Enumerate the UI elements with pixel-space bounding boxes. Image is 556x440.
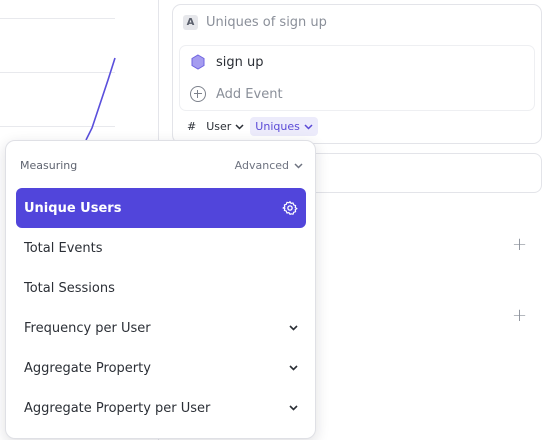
option-label: Aggregate Property per User: [24, 400, 211, 416]
option-aggregate-property[interactable]: Aggregate Property: [16, 348, 306, 388]
plus-circle-icon: [190, 86, 206, 102]
option-total-sessions[interactable]: Total Sessions: [16, 268, 306, 308]
hash-icon: #: [187, 120, 197, 133]
option-label: Unique Users: [24, 200, 122, 216]
option-unique-users[interactable]: Unique Users: [16, 188, 306, 228]
option-label: Total Sessions: [24, 280, 115, 296]
secondary-card[interactable]: [300, 153, 542, 193]
advanced-toggle[interactable]: Advanced: [235, 159, 303, 172]
add-event-button[interactable]: Add Event: [190, 86, 283, 102]
measure-row: # User Uniques: [187, 117, 318, 136]
gear-icon[interactable]: [282, 200, 298, 216]
option-frequency-per-user[interactable]: Frequency per User: [16, 308, 306, 348]
user-select-label: User: [206, 120, 232, 133]
add-event-label: Add Event: [216, 86, 283, 102]
option-label: Total Events: [24, 240, 103, 256]
chevron-down-icon: [289, 405, 298, 411]
uniques-select-label: Uniques: [255, 120, 300, 133]
user-select[interactable]: User: [206, 120, 244, 133]
uniques-select[interactable]: Uniques: [250, 117, 318, 136]
chevron-down-icon: [304, 123, 313, 130]
dropdown-heading: Measuring: [20, 159, 78, 172]
event-name: sign up: [216, 54, 264, 70]
measuring-dropdown: Measuring Advanced Unique Users Total Ev…: [5, 140, 316, 439]
metric-card: A Uniques of sign up sign up Add Event #…: [172, 4, 542, 144]
metric-header[interactable]: A Uniques of sign up: [183, 15, 327, 30]
chevron-down-icon: [289, 325, 298, 331]
metric-title[interactable]: Uniques of sign up: [206, 15, 327, 30]
event-box: sign up Add Event: [179, 45, 535, 111]
event-row[interactable]: sign up: [190, 54, 264, 70]
option-label: Aggregate Property: [24, 360, 151, 376]
advanced-label: Advanced: [234, 159, 289, 172]
chevron-down-icon: [294, 162, 303, 169]
option-total-events[interactable]: Total Events: [16, 228, 306, 268]
chevron-down-icon: [235, 123, 244, 130]
dropdown-header: Measuring Advanced: [20, 159, 303, 172]
event-hexagon-icon: [190, 54, 206, 70]
chevron-down-icon: [289, 365, 298, 371]
option-aggregate-property-per-user[interactable]: Aggregate Property per User: [16, 388, 306, 428]
metric-letter-badge: A: [183, 15, 198, 30]
add-plus-icon[interactable]: +: [512, 234, 527, 255]
app-stage: A Uniques of sign up sign up Add Event #…: [0, 0, 556, 440]
add-plus-icon[interactable]: +: [512, 305, 527, 326]
option-label: Frequency per User: [24, 320, 151, 336]
